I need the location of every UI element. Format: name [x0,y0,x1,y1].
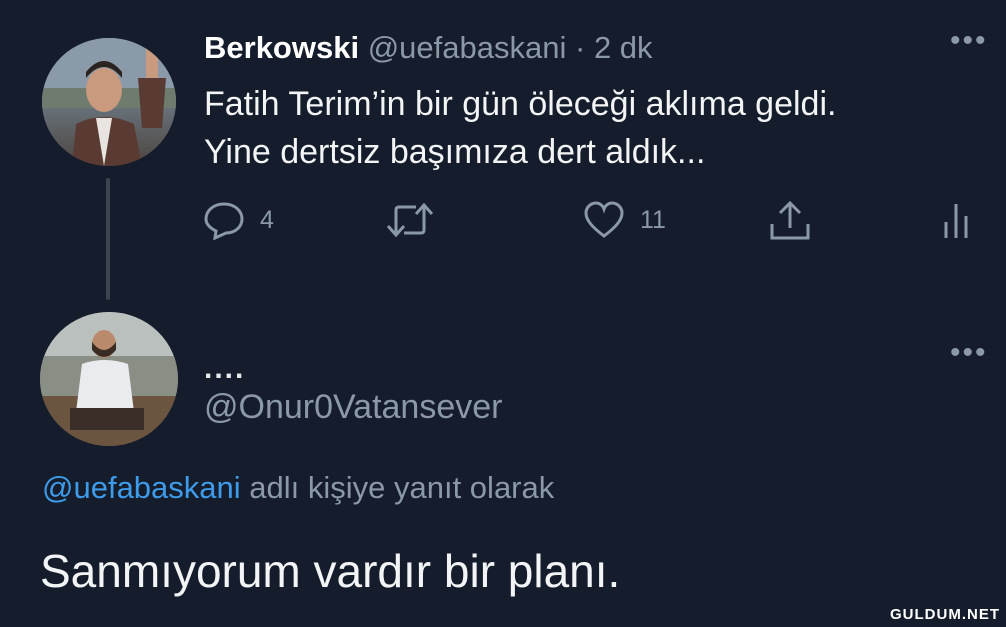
reply-button[interactable]: 4 [202,200,274,240]
profile-photo [42,38,176,166]
replying-to-label: adlı kişiye yanıt olarak [240,470,555,505]
replying-to: @uefabaskani adlı kişiye yanıt olarak [42,470,554,506]
tweet-text-line: Fatih Terim’in bir gün öleceği aklıma ge… [204,85,837,123]
like-button[interactable]: 11 [582,200,666,240]
share-icon [770,200,810,240]
tweet-actions: 4 11 [0,200,1006,244]
more-options-icon[interactable]: ••• [950,338,988,368]
tweet-header: Berkowski @uefabaskani · 2 dk [204,30,653,66]
reply-text: Sanmıyorum vardır bir planı. [40,545,621,597]
like-count: 11 [640,205,666,234]
user-handle[interactable]: @Onur0Vatansever [204,388,502,427]
mention-link[interactable]: @uefabaskani [42,470,241,505]
retweet-button[interactable] [384,200,436,240]
watermark: GULDUM.NET [890,606,1000,623]
reply-count: 4 [260,205,274,234]
tweet-text-line: Yine dertsiz başımıza dert aldık... [204,133,706,171]
display-name[interactable]: Berkowski [204,30,359,65]
avatar[interactable] [40,312,178,446]
display-name[interactable]: .... [204,352,245,386]
profile-photo [40,312,178,446]
more-options-icon[interactable]: ••• [950,26,988,56]
retweet-icon [386,202,434,238]
heart-icon [584,201,624,238]
user-handle[interactable]: @uefabaskani [368,30,567,65]
analytics-button[interactable] [940,200,976,240]
separator-dot: · [574,30,586,65]
tweet-text: Fatih Terim’in bir gün öleceği aklıma ge… [204,80,984,176]
avatar[interactable] [42,38,176,166]
reply-icon [204,202,244,240]
timestamp[interactable]: 2 dk [594,30,653,65]
share-button[interactable] [768,200,812,242]
analytics-icon [944,204,968,238]
